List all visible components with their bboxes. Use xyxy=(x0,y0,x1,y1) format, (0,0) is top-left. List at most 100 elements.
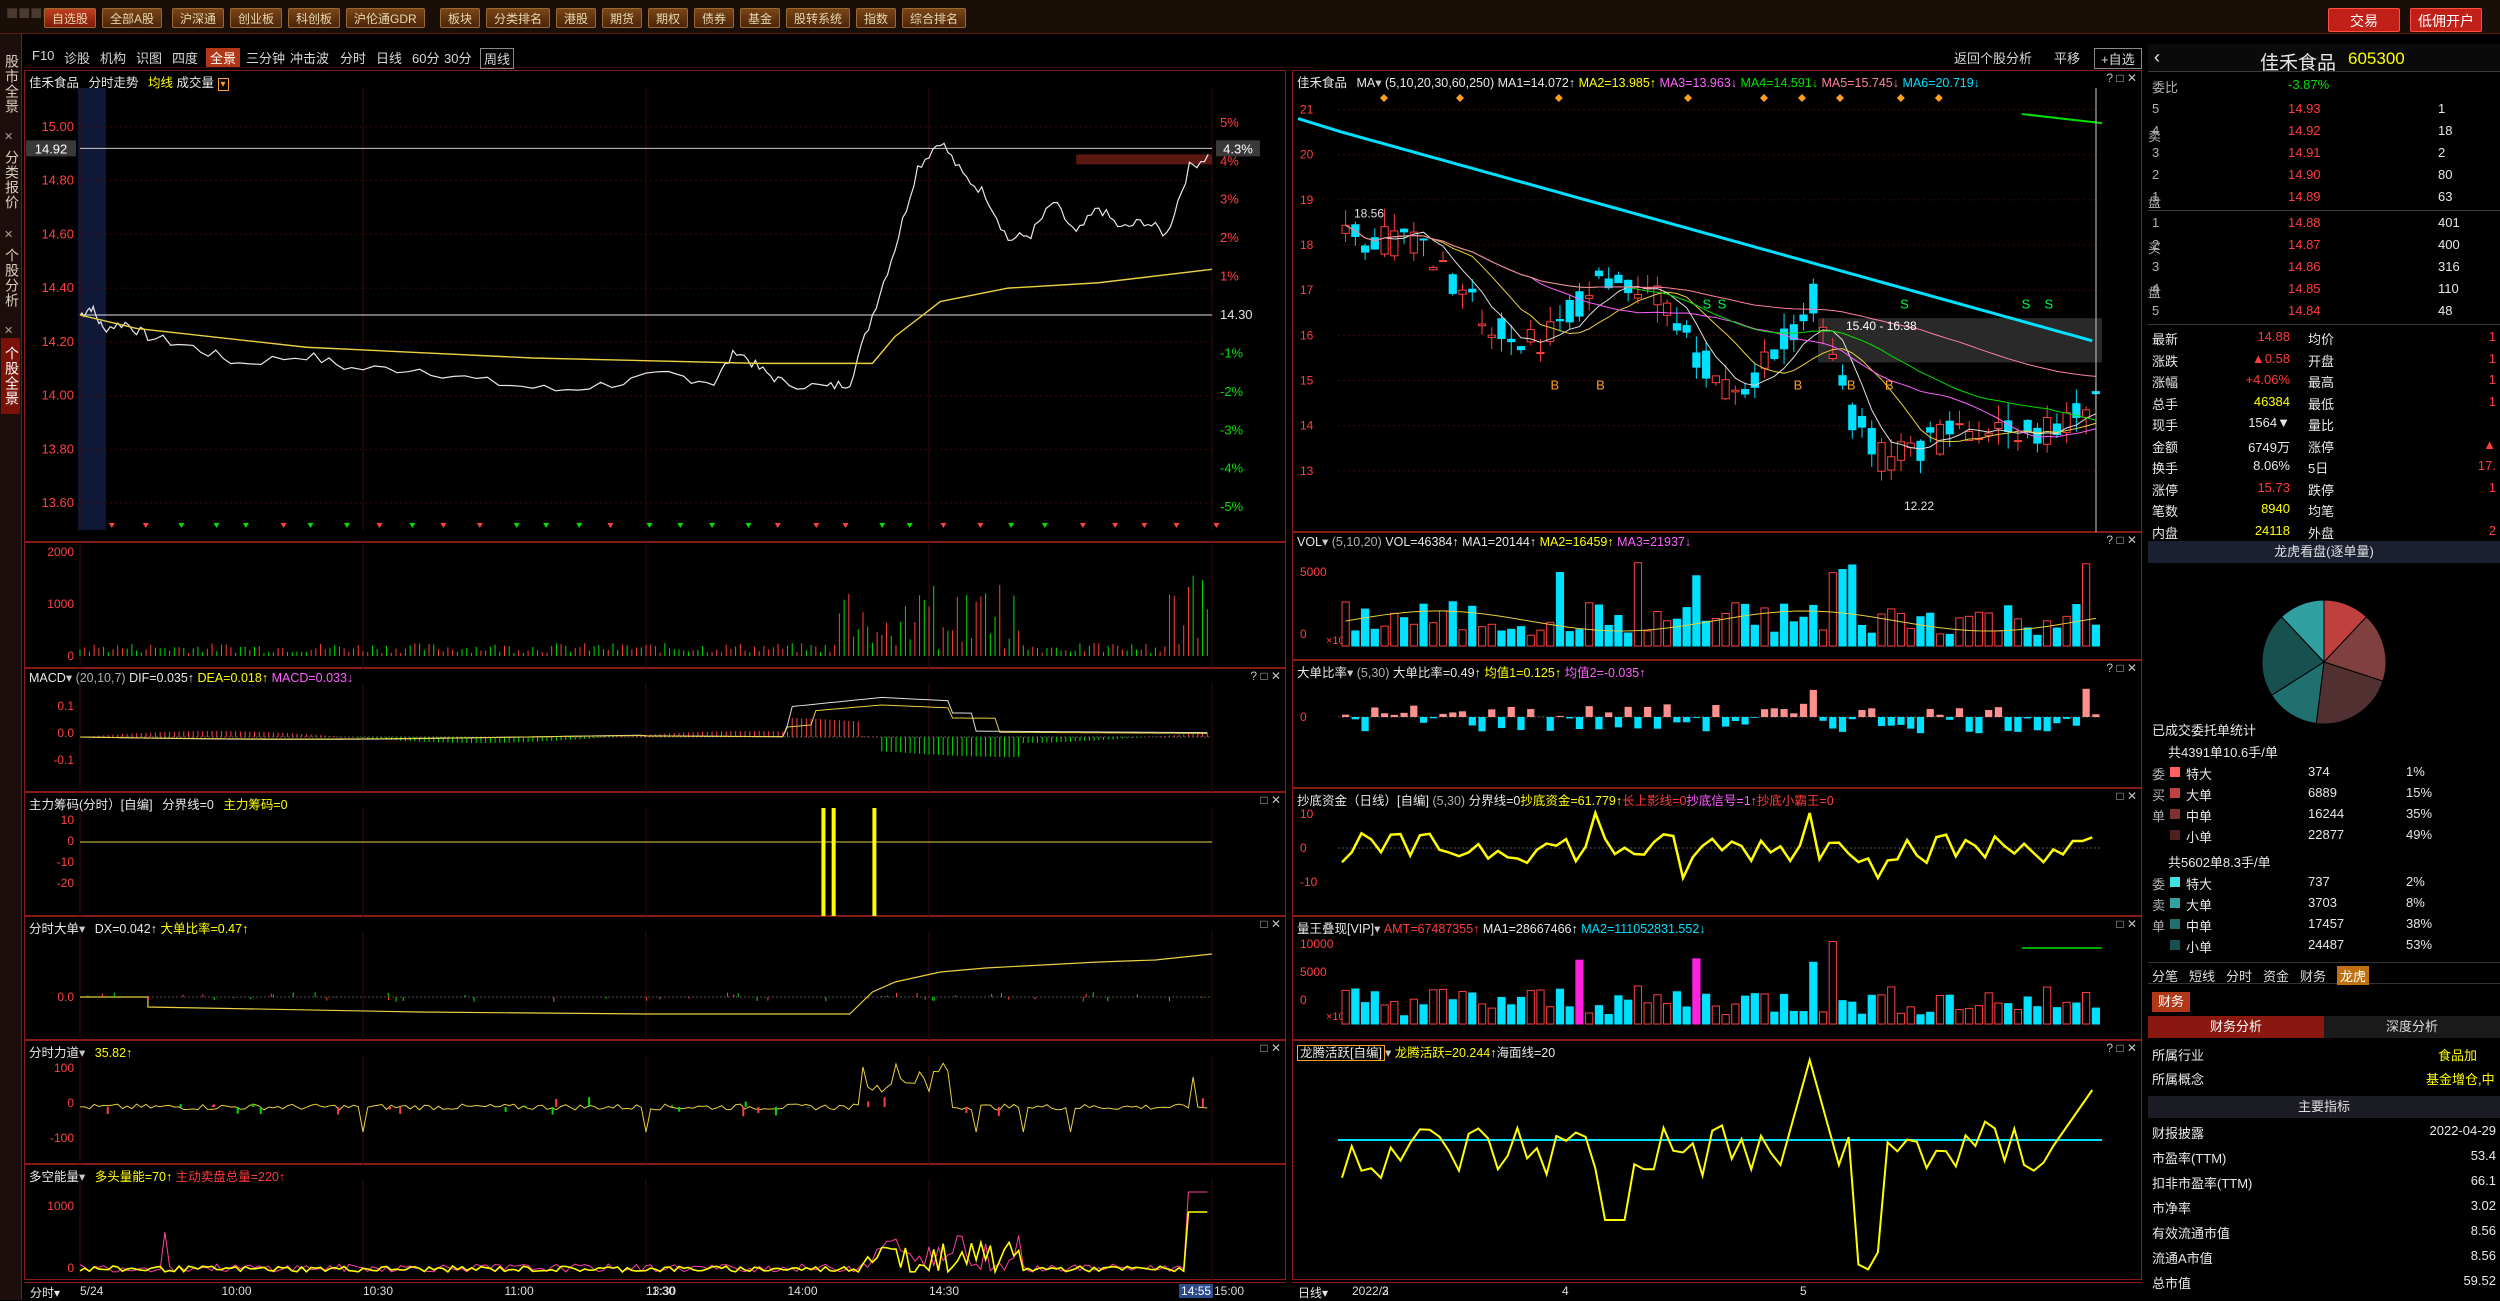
big-order-chart[interactable]: 0.0 xyxy=(24,932,1286,1040)
tb-overview[interactable]: 全景 xyxy=(206,48,240,67)
buy-row-pct: 15% xyxy=(2406,785,2432,800)
amt-bar xyxy=(1537,990,1544,1024)
panel-controls[interactable]: ? □ ✕ xyxy=(2106,661,2137,675)
tb-3min[interactable]: 三分钟 xyxy=(246,48,285,67)
nav-button-3[interactable]: 创业板 xyxy=(230,8,282,28)
tb-30min[interactable]: 30分 xyxy=(444,48,471,67)
nav-button-1[interactable]: 全部A股 xyxy=(102,8,162,28)
bs-signal: S xyxy=(2022,296,2031,311)
br-bar xyxy=(1595,717,1602,729)
panel-controls[interactable]: □ ✕ xyxy=(1260,1041,1281,1055)
intraday-volume-chart[interactable]: 200010000 xyxy=(24,542,1286,668)
fin-analysis-tab[interactable]: 财务分析 xyxy=(2148,1016,2324,1038)
panel-controls[interactable]: ? □ ✕ xyxy=(1250,669,1281,683)
vtab-stock-overview[interactable]: 个股全景 xyxy=(1,338,20,414)
nav-button-6[interactable]: 板块 xyxy=(440,8,480,28)
tb-60min[interactable]: 60分 xyxy=(412,48,439,67)
nav-button-8[interactable]: 港股 xyxy=(556,8,596,28)
deep-analysis-tab[interactable]: 深度分析 xyxy=(2324,1016,2500,1038)
kvol-bar xyxy=(1381,626,1388,646)
tb-weekly[interactable]: 周线 xyxy=(480,48,514,69)
tb-add-fav[interactable]: +自选 xyxy=(2094,48,2142,69)
quote-tab-3[interactable]: 资金 xyxy=(2263,966,2289,985)
br-bar xyxy=(2044,717,2051,731)
macd-intra-chart[interactable]: 0.10.0-0.1 xyxy=(24,684,1286,792)
vtab-market-overview[interactable]: 股市全景 xyxy=(1,48,20,120)
stat-row-8: 笔数8940均笔 xyxy=(2148,498,2500,520)
panel-controls[interactable]: ? □ ✕ xyxy=(2106,533,2137,547)
vtab-stock-analysis[interactable]: 个股分析 xyxy=(1,242,20,314)
quote-tab-1[interactable]: 短线 xyxy=(2189,966,2215,985)
quote-stock-name: 佳禾食品 xyxy=(2260,48,2336,75)
ask-volume: 63 xyxy=(2438,189,2452,204)
candle xyxy=(1361,246,1368,252)
dragon-chart[interactable] xyxy=(1292,1056,2142,1280)
panel-controls[interactable]: □ ✕ xyxy=(1260,793,1281,807)
tb-daily[interactable]: 日线 xyxy=(376,48,402,67)
amount-chart[interactable]: 1000050000×10 xyxy=(1292,932,2142,1040)
current-pct-label: 4.3% xyxy=(1223,141,1253,156)
intraday-mode-button[interactable]: 分时▾ xyxy=(30,1284,60,1301)
kline-chart[interactable]: 21201918171615141318.5615.40 - 16.3812.2… xyxy=(1292,88,2142,532)
nav-button-15[interactable]: 综合排名 xyxy=(902,8,966,28)
close-icon[interactable]: ✕ xyxy=(4,228,13,241)
panel-controls[interactable]: □ ✕ xyxy=(2116,789,2137,803)
tb-pan[interactable]: 平移 xyxy=(2054,48,2080,67)
tb-diagnose[interactable]: 诊股 xyxy=(64,48,90,67)
stat-value2: 1 xyxy=(2489,480,2496,495)
bottomfund-chart[interactable]: 100-10 xyxy=(1292,804,2142,916)
tb-wave[interactable]: 冲击波 xyxy=(290,48,329,67)
amt-bar xyxy=(1712,1006,1719,1024)
longshort-chart[interactable]: 10000 xyxy=(24,1180,1286,1280)
panel-controls[interactable]: ? □ ✕ xyxy=(2106,1041,2137,1055)
quote-tab-4[interactable]: 财务 xyxy=(2300,966,2326,985)
nav-button-7[interactable]: 分类排名 xyxy=(486,8,550,28)
bigratio-chart[interactable]: 0 xyxy=(1292,676,2142,788)
nav-button-11[interactable]: 债券 xyxy=(694,8,734,28)
tb-f10[interactable]: F10 xyxy=(32,48,54,63)
vtab-category-quote[interactable]: 分类报价 xyxy=(1,144,20,216)
fin-value: 8.56 xyxy=(2471,1248,2496,1263)
nav-button-2[interactable]: 沪深通 xyxy=(172,8,224,28)
intraday-chart[interactable]: 15.0014.8014.6014.4014.2014.0013.8013.60… xyxy=(24,88,1286,542)
daily-mode-button[interactable]: 日线▾ xyxy=(1298,1284,1328,1301)
macd-tick: 0.0 xyxy=(57,726,74,740)
force-chart[interactable]: 1000-100 xyxy=(24,1056,1286,1164)
close-icon[interactable]: ✕ xyxy=(4,130,13,143)
nav-button-4[interactable]: 科创板 xyxy=(288,8,340,28)
nav-button-14[interactable]: 指数 xyxy=(856,8,896,28)
signal-marker xyxy=(477,523,483,528)
nav-button-0[interactable]: 自选股 xyxy=(44,8,96,28)
close-icon[interactable]: ✕ xyxy=(4,324,13,337)
main-funds-chart[interactable]: 100-10-20 xyxy=(24,808,1286,916)
open-account-button[interactable]: 低佣开户 xyxy=(2410,8,2482,32)
nav-button-9[interactable]: 期货 xyxy=(602,8,642,28)
nav-button-5[interactable]: 沪伦通GDR xyxy=(346,8,425,28)
bs-signal: B xyxy=(1550,378,1559,393)
nav-button-10[interactable]: 期权 xyxy=(648,8,688,28)
ask-row-4: 414.9218 xyxy=(2148,120,2500,142)
vol-k-chart[interactable]: 50000×10 xyxy=(1292,548,2142,660)
kvol-bar xyxy=(1780,604,1787,646)
candle xyxy=(1478,324,1485,326)
panel-controls[interactable]: □ ✕ xyxy=(1260,917,1281,931)
trade-button[interactable]: 交易 xyxy=(2328,8,2400,32)
panel-controls[interactable]: ? □ ✕ xyxy=(2106,71,2137,85)
back-icon[interactable]: ‹ xyxy=(2154,47,2160,68)
tb-sidu[interactable]: 四度 xyxy=(172,48,198,67)
panel-controls[interactable]: □ ✕ xyxy=(2116,917,2137,931)
nav-button-13[interactable]: 股转系统 xyxy=(786,8,850,28)
quote-tab-2[interactable]: 分时 xyxy=(2226,966,2252,985)
candle xyxy=(1488,335,1495,337)
quote-tab-0[interactable]: 分笔 xyxy=(2152,966,2178,985)
quote-tab-5[interactable]: 龙虎 xyxy=(2337,966,2369,985)
tb-intraday[interactable]: 分时 xyxy=(340,48,366,67)
stat-value: 24118 xyxy=(2255,523,2290,538)
tb-pattern[interactable]: 识图 xyxy=(136,48,162,67)
finance-tab[interactable]: 财务 xyxy=(2152,992,2190,1012)
tb-institution[interactable]: 机构 xyxy=(100,48,126,67)
tb-back[interactable]: 返回个股分析 xyxy=(1954,48,2032,67)
nav-button-12[interactable]: 基金 xyxy=(740,8,780,28)
amt-bar xyxy=(2024,997,2031,1024)
sell-legend-swatch xyxy=(2170,919,2180,929)
